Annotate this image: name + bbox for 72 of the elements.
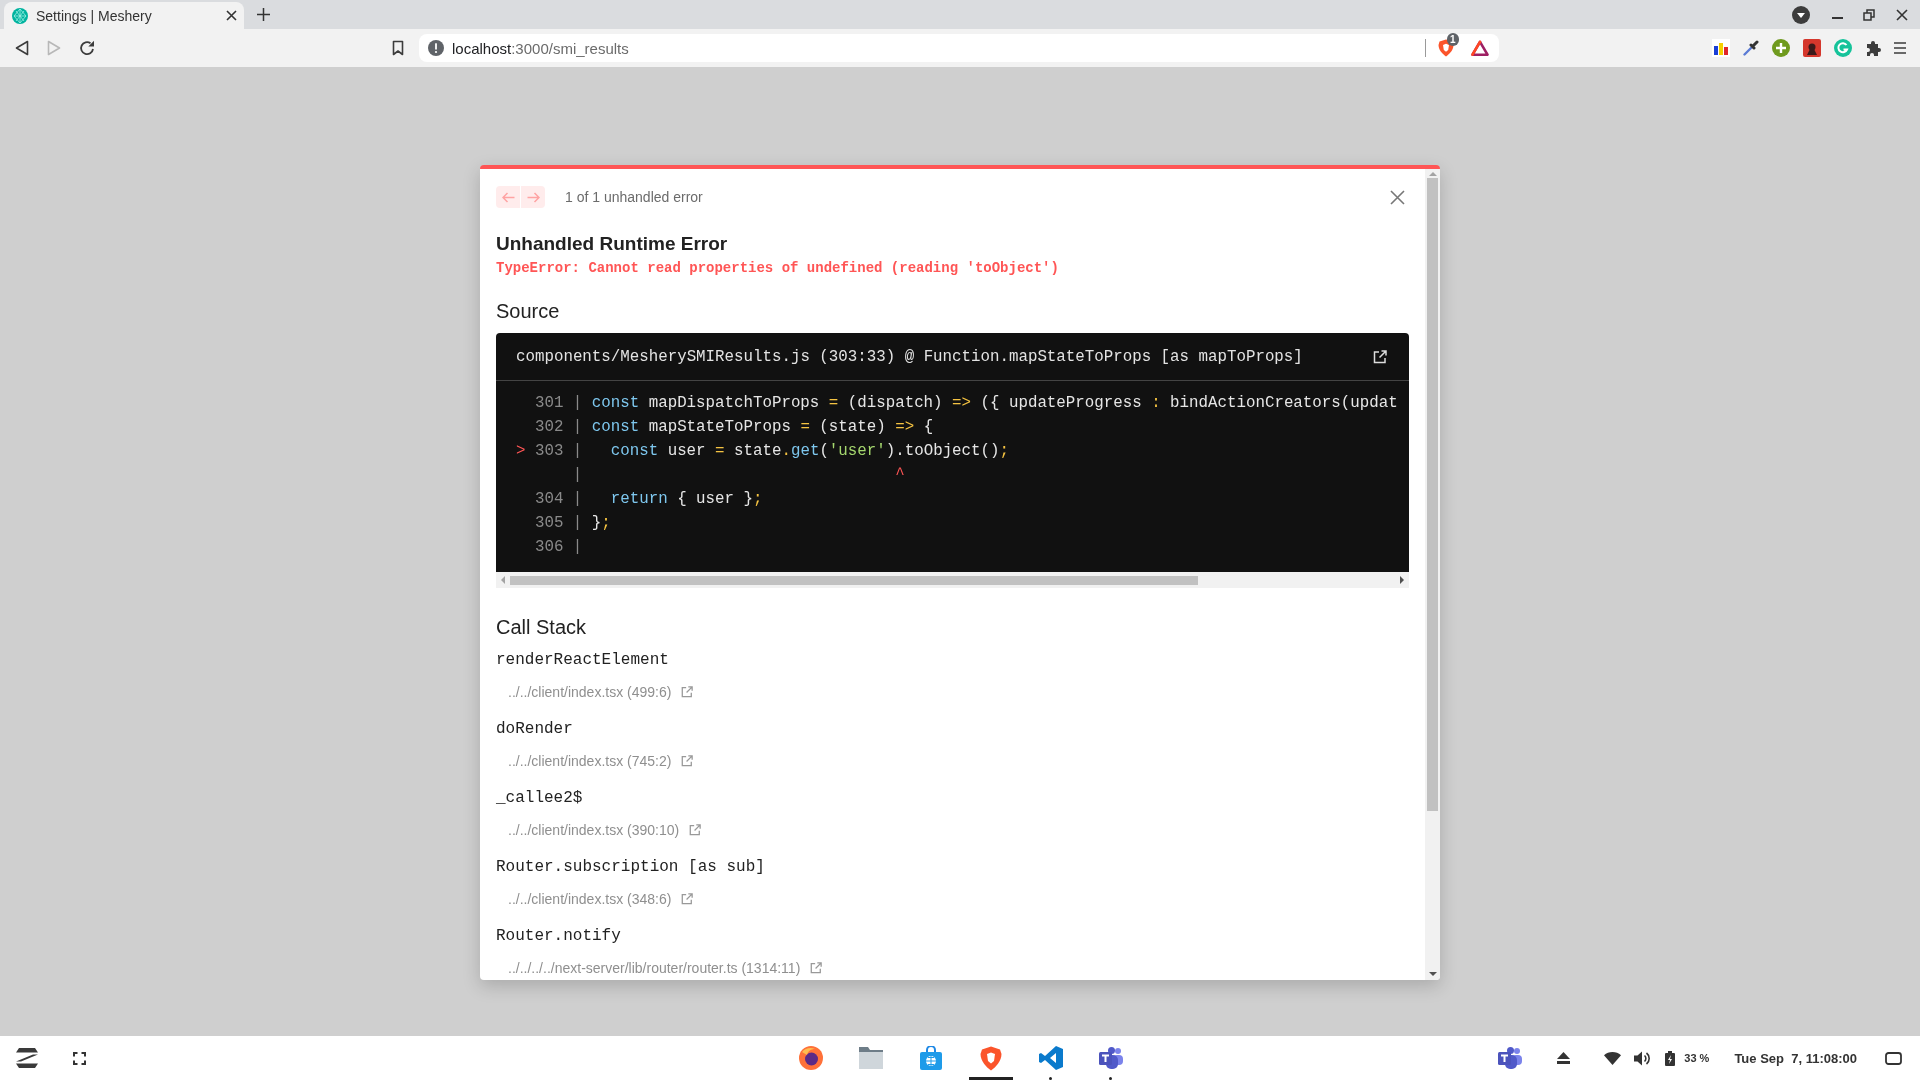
wifi-icon[interactable] xyxy=(1604,1051,1622,1065)
arrow-right-icon xyxy=(526,191,540,203)
error-title: Unhandled Runtime Error xyxy=(496,232,728,256)
line-number: 301 | xyxy=(534,393,583,414)
eyedropper-icon[interactable] xyxy=(1743,40,1759,56)
line-number: 303 | xyxy=(534,441,583,462)
stack-frame-function: _callee2$ xyxy=(496,788,583,808)
info-icon[interactable] xyxy=(428,40,444,56)
error-message: TypeError: Cannot read properties of undefined (reading 'toObject') xyxy=(496,259,1059,277)
code-line: const user = state.get('user').toObject(); xyxy=(609,441,1009,462)
people-icon[interactable] xyxy=(1498,1047,1523,1069)
browser-tab[interactable]: Settings | Meshery xyxy=(4,2,244,29)
z-logo-icon[interactable] xyxy=(14,1048,40,1068)
vertical-scrollbar[interactable] xyxy=(1425,169,1440,980)
stack-frame-location: ../../../../next-server/lib/router/router.ts (1314:11) xyxy=(508,959,801,977)
bar-chart-icon[interactable] xyxy=(1712,39,1730,57)
error-marker: > xyxy=(516,442,526,460)
error-counter: 1 of 1 unhandled error xyxy=(565,189,703,205)
address-field[interactable]: localhost:3000/smi_results 1 xyxy=(419,34,1499,62)
bookmark-icon[interactable] xyxy=(392,40,404,56)
section-heading: Source xyxy=(496,299,560,323)
puzzle-icon[interactable] xyxy=(1865,40,1881,56)
shopping-bag-icon[interactable] xyxy=(920,1046,942,1070)
arrow-left-icon xyxy=(501,191,515,203)
section-heading: Call Stack xyxy=(496,615,587,639)
fullscreen-icon[interactable] xyxy=(73,1051,86,1065)
minimize-icon[interactable] xyxy=(1832,16,1843,19)
code-editor-icon[interactable] xyxy=(1039,1046,1063,1070)
volume-icon[interactable] xyxy=(1634,1050,1651,1066)
code-line: }; xyxy=(591,513,611,534)
line-number: 304 | xyxy=(534,489,583,510)
clock: Tue Sep 7, 11:08:00 xyxy=(1734,1050,1857,1066)
back-icon[interactable] xyxy=(15,40,29,56)
plus-icon[interactable] xyxy=(257,8,270,21)
code-line: const mapStateToProps = (state) => { xyxy=(591,417,934,438)
line-number: 306 | xyxy=(534,537,583,558)
flame-globe-icon[interactable] xyxy=(799,1046,823,1070)
stack-frame-function: Router.notify xyxy=(496,926,621,946)
people-icon[interactable] xyxy=(1099,1047,1123,1069)
menu-icon[interactable] xyxy=(1894,42,1906,54)
horizontal-scrollbar[interactable] xyxy=(496,572,1409,588)
stack-frame-function: renderReactElement xyxy=(496,650,669,670)
restore-icon[interactable] xyxy=(1863,8,1875,21)
count-badge: 1 xyxy=(1447,33,1459,46)
plus-circle-icon[interactable] xyxy=(1772,39,1790,57)
code-line: const mapDispatchToProps = (dispatch) => ({ updateProgress : bindActionCreators(updat xyxy=(591,393,1398,414)
line-number: 302 | xyxy=(534,417,583,438)
eject-icon[interactable] xyxy=(1557,1052,1571,1064)
reload-icon[interactable] xyxy=(79,40,95,56)
folder-icon[interactable] xyxy=(859,1047,883,1069)
shield-icon[interactable] xyxy=(980,1045,1002,1071)
triangle-icon[interactable] xyxy=(1471,40,1489,56)
line-number: | xyxy=(571,465,583,486)
url-text: localhost:3000/smi_results xyxy=(452,39,629,57)
stack-frame-location: ../../client/index.tsx (348:6) xyxy=(508,890,672,908)
stack-frame-location: ../../client/index.tsx (499:6) xyxy=(508,683,672,701)
error-caret: ^ xyxy=(895,466,905,484)
dropdown-icon[interactable] xyxy=(1792,5,1810,24)
app-tile-icon[interactable] xyxy=(1803,39,1821,57)
battery-percentage: 33 % xyxy=(1684,1052,1710,1064)
mesh-ball-icon xyxy=(12,7,28,24)
close-icon[interactable] xyxy=(1896,8,1908,21)
line-number: 305 | xyxy=(534,513,583,534)
panel-icon[interactable] xyxy=(1885,1051,1902,1065)
source-file-path: components/MesherySMIResults.js (303:33) @ Function.mapStateToProps [as mapToProps] xyxy=(516,347,1303,366)
battery-icon xyxy=(1665,1050,1676,1066)
stack-frame-location: ../../client/index.tsx (745:2) xyxy=(508,752,672,770)
code-line: return { user }; xyxy=(609,489,763,510)
stack-frame-function: doRender xyxy=(496,719,573,739)
stack-frame-location: ../../client/index.tsx (390:10) xyxy=(508,821,680,839)
stack-frame-function: Router.subscription [as sub] xyxy=(496,857,765,877)
close-icon[interactable] xyxy=(226,10,237,21)
